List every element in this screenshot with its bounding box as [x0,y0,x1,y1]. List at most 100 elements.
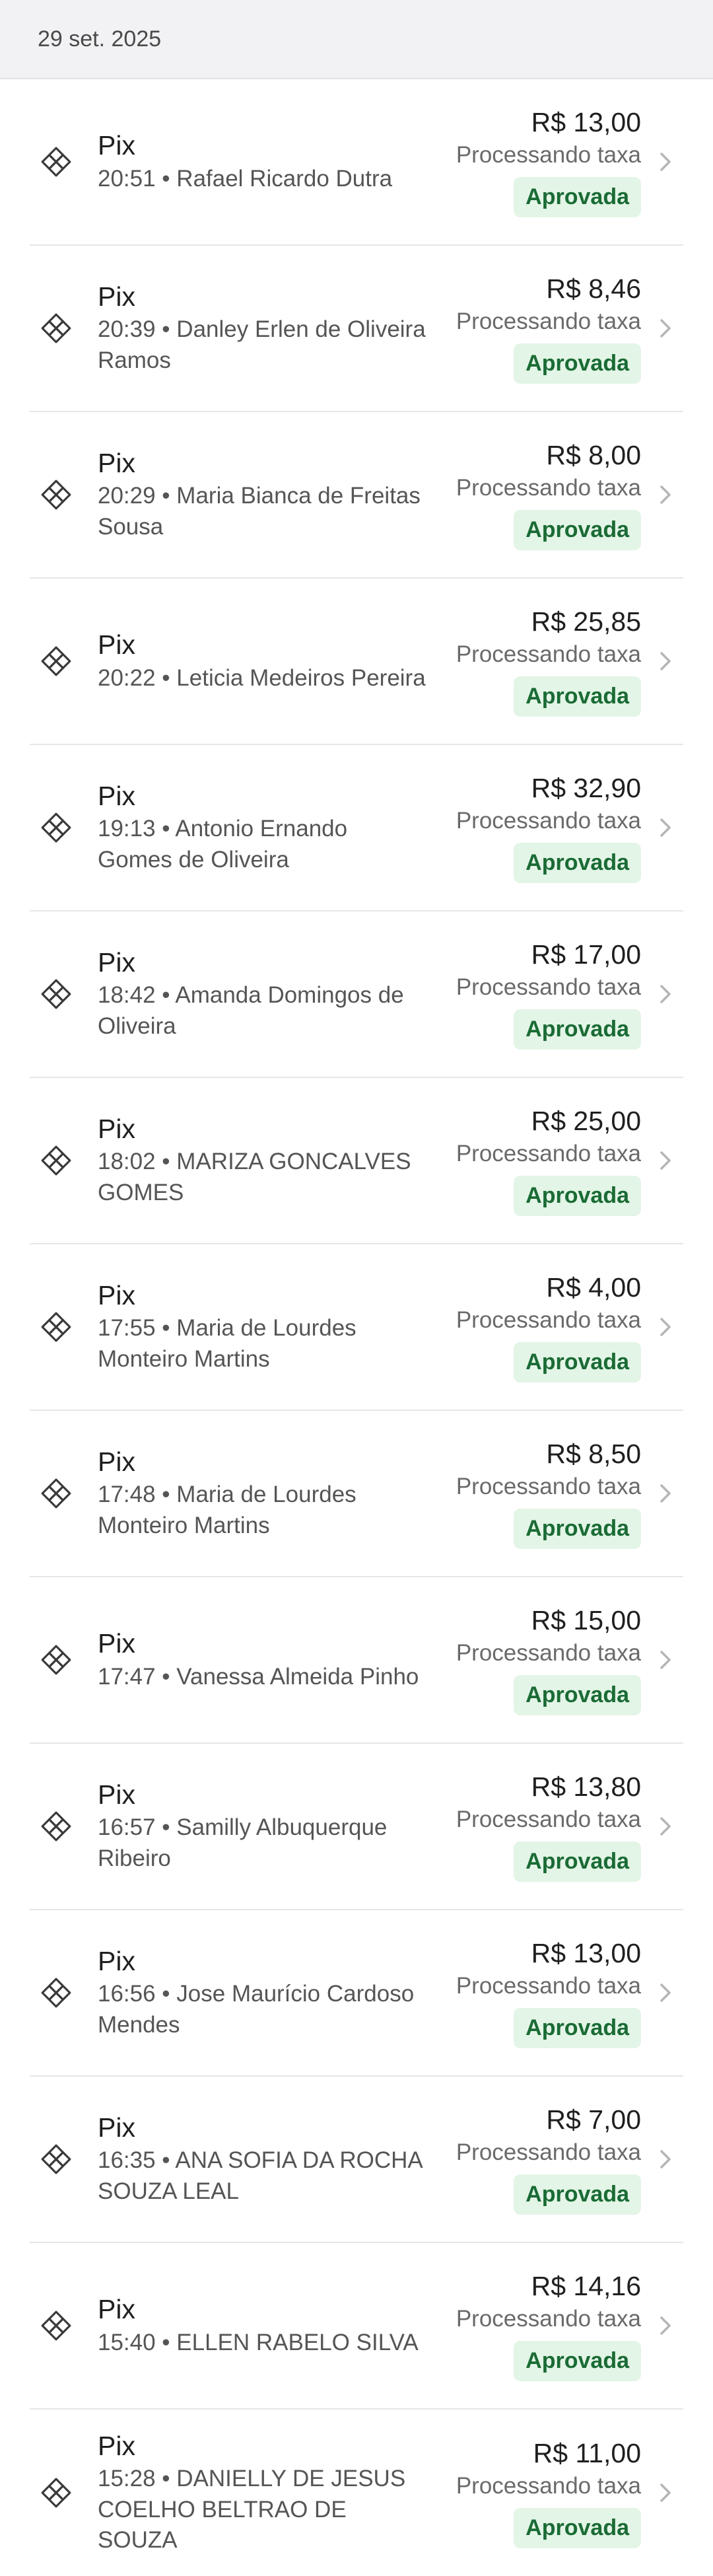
pix-icon [41,1312,71,1342]
transaction-amount: R$ 7,00 [546,2104,641,2135]
pix-icon [41,646,71,676]
chevron-right-icon[interactable] [656,1980,675,2006]
transaction-amount-status: R$ 8,00 Processando taxa Aprovada [436,439,641,550]
transaction-amount-status: R$ 13,00 Processando taxa Aprovada [436,1937,641,2048]
chevron-right-icon[interactable] [656,1147,675,1174]
chevron-right-icon[interactable] [656,1647,675,1673]
transaction-amount-status: R$ 15,00 Processando taxa Aprovada [436,1604,641,1715]
transaction-row[interactable]: Pix 17:48 • Maria de Lourdes Monteiro Ma… [30,1411,683,1577]
payment-method-label: Pix [98,781,135,812]
payment-method-label: Pix [98,1447,135,1478]
chevron-right-icon[interactable] [656,648,675,674]
chevron-right-icon[interactable] [656,2480,675,2506]
chevron-right-icon[interactable] [656,149,675,175]
chevron-right-icon[interactable] [656,1480,675,1507]
transaction-time-payer: 15:28 • DANIELLY DE JESUS COELHO BELTRAO… [98,2466,406,2553]
payment-method-label: Pix [98,1114,135,1145]
transaction-amount-status: R$ 13,80 Processando taxa Aprovada [436,1771,641,1882]
chevron-right-icon[interactable] [656,2146,675,2172]
transaction-time-payer: 20:22 • Leticia Medeiros Pereira [98,664,426,691]
transaction-time-payer: 19:13 • Antonio Ernando Gomes de Oliveir… [98,816,348,873]
transaction-row[interactable]: Pix 20:51 • Rafael Ricardo Dutra R$ 13,0… [30,79,683,246]
approved-status-badge: Aprovada [514,1841,641,1882]
approved-status-badge: Aprovada [514,842,641,883]
payment-method-label: Pix [98,629,135,661]
pix-icon [41,1145,71,1176]
chevron-right-icon[interactable] [656,1314,675,1340]
approved-status-badge: Aprovada [514,343,641,384]
approved-status-badge: Aprovada [514,176,641,217]
date-label: 29 set. 2025 [38,26,162,52]
transaction-row[interactable]: Pix 19:13 • Antonio Ernando Gomes de Oli… [30,745,683,912]
transaction-time-payer: 20:39 • Danley Erlen de Oliveira Ramos [98,316,426,373]
pix-icon [41,2478,71,2508]
transaction-time-payer: 16:57 • Samilly Albuquerque Ribeiro [98,1814,388,1871]
payment-method-label: Pix [98,2431,135,2462]
transaction-row[interactable]: Pix 15:40 • ELLEN RABELO SILVA R$ 14,16 … [30,2243,683,2410]
pix-icon [41,313,71,343]
payment-method-label: Pix [98,1946,135,1977]
fee-status-text: Processando taxa [456,475,641,501]
transaction-row[interactable]: Pix 18:02 • MARIZA GONCALVES GOMES R$ 25… [30,1078,683,1244]
transaction-row[interactable]: Pix 16:57 • Samilly Albuquerque Ribeiro … [30,1744,683,1910]
payment-method-label: Pix [98,448,135,479]
transaction-row[interactable]: Pix 18:42 • Amanda Domingos de Oliveira … [30,912,683,1078]
transaction-amount-status: R$ 14,16 Processando taxa Aprovada [436,2270,641,2381]
transaction-time-payer: 18:42 • Amanda Domingos de Oliveira [98,982,404,1039]
transaction-info: Pix 18:02 • MARIZA GONCALVES GOMES [98,1113,436,1208]
transaction-time-payer: 16:56 • Jose Maurício Cardoso Mendes [98,1981,415,2038]
transaction-amount-status: R$ 17,00 Processando taxa Aprovada [436,939,641,1050]
approved-status-badge: Aprovada [514,676,641,717]
chevron-right-icon[interactable] [656,482,675,508]
payment-method-label: Pix [98,1280,135,1311]
transaction-info: Pix 20:39 • Danley Erlen de Oliveira Ram… [98,281,436,376]
pix-icon [41,147,71,177]
transaction-info: Pix 15:40 • ELLEN RABELO SILVA [98,2293,436,2357]
payment-method-label: Pix [98,1779,135,1810]
transaction-info: Pix 19:13 • Antonio Ernando Gomes de Oli… [98,780,436,875]
transaction-amount: R$ 13,00 [531,1938,641,1969]
transaction-amount-status: R$ 8,46 Processando taxa Aprovada [436,273,641,384]
chevron-right-icon[interactable] [656,2312,675,2339]
transaction-row[interactable]: Pix 17:55 • Maria de Lourdes Monteiro Ma… [30,1244,683,1411]
transaction-amount: R$ 8,46 [546,273,641,304]
transaction-amount: R$ 14,16 [531,2271,641,2302]
transaction-row[interactable]: Pix 20:39 • Danley Erlen de Oliveira Ram… [30,246,683,412]
transaction-amount: R$ 32,90 [531,773,641,804]
transaction-amount: R$ 4,00 [546,1272,641,1303]
transaction-row[interactable]: Pix 20:22 • Leticia Medeiros Pereira R$ … [30,579,683,745]
pix-icon [41,1478,71,1509]
transaction-row[interactable]: Pix 17:47 • Vanessa Almeida Pinho R$ 15,… [30,1577,683,1744]
chevron-right-icon[interactable] [656,981,675,1007]
pix-icon [41,812,71,843]
transaction-time-payer: 18:02 • MARIZA GONCALVES GOMES [98,1149,411,1205]
pix-icon [41,1978,71,2008]
payment-method-label: Pix [98,130,135,161]
approved-status-badge: Aprovada [514,2340,641,2381]
transaction-amount: R$ 8,50 [546,1439,641,1470]
date-section-header: 29 set. 2025 [0,0,713,79]
approved-status-badge: Aprovada [514,1674,641,1715]
transaction-amount: R$ 25,85 [531,606,641,637]
payment-method-label: Pix [98,281,135,312]
fee-status-text: Processando taxa [456,2473,641,2499]
approved-status-badge: Aprovada [514,1342,641,1382]
transaction-time-payer: 20:29 • Maria Bianca de Freitas Sousa [98,483,421,540]
pix-icon [41,2144,71,2174]
transaction-row[interactable]: Pix 20:29 • Maria Bianca de Freitas Sous… [30,412,683,579]
pix-icon [41,2310,71,2341]
approved-status-badge: Aprovada [514,2174,641,2215]
chevron-right-icon[interactable] [656,315,675,341]
transaction-time-payer: 17:47 • Vanessa Almeida Pinho [98,1663,419,1690]
fee-status-text: Processando taxa [456,1474,641,1500]
transaction-info: Pix 17:48 • Maria de Lourdes Monteiro Ma… [98,1446,436,1541]
transaction-row[interactable]: Pix 16:56 • Jose Maurício Cardoso Mendes… [30,1910,683,2077]
transaction-info: Pix 20:51 • Rafael Ricardo Dutra [98,129,436,194]
transaction-amount: R$ 13,80 [531,1771,641,1803]
chevron-right-icon[interactable] [656,814,675,841]
transaction-amount: R$ 17,00 [531,939,641,970]
approved-status-badge: Aprovada [514,1508,641,1549]
transaction-row[interactable]: Pix 15:28 • DANIELLY DE JESUS COELHO BEL… [30,2410,683,2576]
chevron-right-icon[interactable] [656,1813,675,1840]
transaction-row[interactable]: Pix 16:35 • ANA SOFIA DA ROCHA SOUZA LEA… [30,2077,683,2243]
